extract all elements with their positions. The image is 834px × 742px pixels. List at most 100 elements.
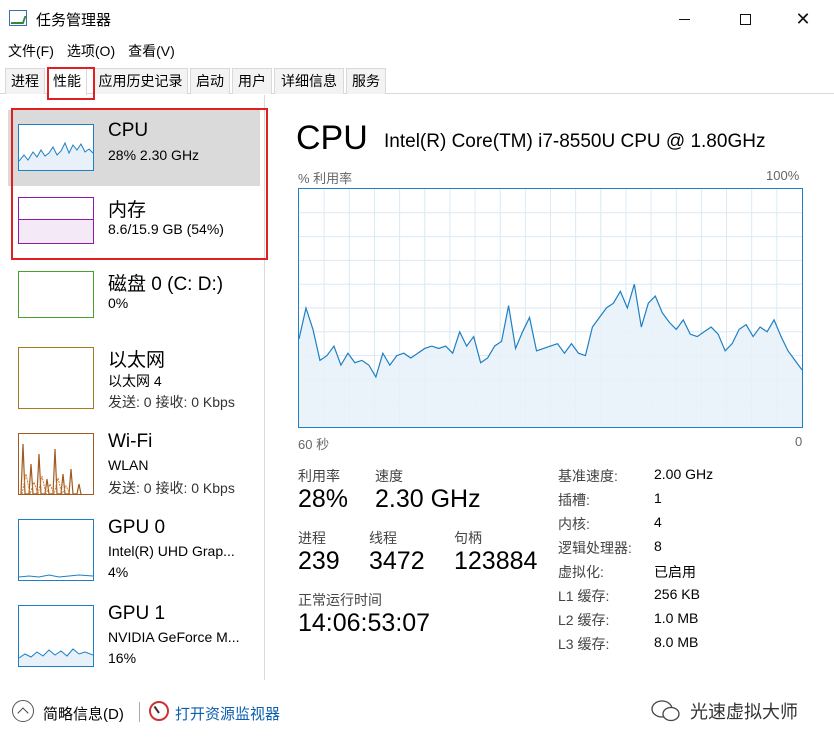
uptime-label: 正常运行时间 xyxy=(298,592,382,608)
performance-sidebar: CPU 28% 2.30 GHz 内存 8.6/15.9 GB (54%) 磁盘… xyxy=(0,95,265,680)
tab-details[interactable]: 详细信息 xyxy=(274,68,344,94)
spec-value-cores: 4 xyxy=(654,514,662,530)
processes-value: 239 xyxy=(298,547,340,575)
tab-performance[interactable]: 性能 xyxy=(47,68,87,95)
spec-value-base-speed: 2.00 GHz xyxy=(654,466,714,482)
sidebar-disk-sub: 0% xyxy=(108,295,129,311)
menu-view[interactable]: 查看(V) xyxy=(120,40,180,62)
graph-ylabel: % 利用率 xyxy=(298,171,353,186)
sidebar-cpu-title: CPU xyxy=(108,120,149,141)
graph-time-right: 0 xyxy=(795,434,803,449)
processes-label: 进程 xyxy=(298,530,326,546)
wifi-thumbnail-graph xyxy=(18,433,94,496)
sidebar-gpu1-name: NVIDIA GeForce M... xyxy=(108,629,240,645)
page-title: CPU xyxy=(296,119,368,157)
handles-value: 123884 xyxy=(454,547,538,575)
sidebar-item-gpu0[interactable]: GPU 0 Intel(R) UHD Grap... 4% xyxy=(8,513,260,595)
sidebar-gpu1-usage: 16% xyxy=(108,650,137,666)
threads-label: 线程 xyxy=(369,530,397,546)
graph-time-left: 60 秒 xyxy=(298,437,330,452)
wifi-thumbnail-svg xyxy=(20,443,82,496)
speed-value: 2.30 GHz xyxy=(375,485,481,513)
spec-value-sockets: 1 xyxy=(654,490,662,506)
utilization-value: 28% xyxy=(298,485,349,513)
sidebar-item-disk[interactable]: 磁盘 0 (C: D:) 0% xyxy=(8,265,260,341)
ethernet-thumbnail-graph xyxy=(18,347,94,409)
cpu-thumbnail-svg xyxy=(18,141,94,170)
open-resource-monitor-link[interactable]: 打开资源监视器 xyxy=(175,703,280,724)
sidebar-wifi-throughput: 发送: 0 接收: 0 Kbps xyxy=(108,480,235,496)
uptime-value: 14:06:53:07 xyxy=(298,609,431,637)
footer-divider xyxy=(139,702,140,722)
tab-app-history[interactable]: 应用历史记录 xyxy=(93,68,188,94)
disk-thumbnail-graph xyxy=(18,271,94,318)
spec-value-l3-cache: 8.0 MB xyxy=(654,634,699,650)
tab-processes[interactable]: 进程 xyxy=(5,68,45,94)
sidebar-cpu-sub: 28% 2.30 GHz xyxy=(108,147,200,163)
cpu-thumbnail-graph xyxy=(18,124,94,171)
spec-label-l3-cache: L3 缓存: xyxy=(558,636,610,652)
memory-fill xyxy=(19,219,93,243)
window-title: 任务管理器 xyxy=(36,12,112,29)
sidebar-ethernet-throughput: 发送: 0 接收: 0 Kbps xyxy=(108,394,235,410)
speed-label: 速度 xyxy=(375,468,403,484)
close-button[interactable]: ✕ xyxy=(780,0,826,38)
minimize-icon xyxy=(678,18,690,20)
minimize-button[interactable] xyxy=(661,0,707,38)
sidebar-disk-title: 磁盘 0 (C: D:) xyxy=(108,274,224,295)
maximize-icon xyxy=(739,13,751,25)
threads-value: 3472 xyxy=(369,547,425,575)
utilization-label: 利用率 xyxy=(298,468,340,484)
menu-file[interactable]: 文件(F) xyxy=(0,40,59,62)
gpu0-thumbnail-svg xyxy=(18,574,94,578)
memory-thumbnail-graph xyxy=(18,197,94,244)
spec-label-cores: 内核: xyxy=(558,516,590,532)
sidebar-item-gpu1[interactable]: GPU 1 NVIDIA GeForce M... 16% xyxy=(8,599,260,681)
sidebar-memory-sub: 8.6/15.9 GB (54%) xyxy=(108,221,224,237)
handles-label: 句柄 xyxy=(454,530,482,546)
footer-bar: 简略信息(D) 打开资源监视器 光速虚拟大师 xyxy=(0,690,834,734)
task-manager-app-icon xyxy=(9,10,27,26)
chevron-up-icon[interactable] xyxy=(12,700,34,722)
tab-services[interactable]: 服务 xyxy=(346,68,386,94)
wechat-icon xyxy=(651,700,680,722)
sidebar-gpu0-title: GPU 0 xyxy=(108,517,166,538)
title-bar: 任务管理器 ✕ xyxy=(0,0,834,38)
cpu-graph-svg xyxy=(298,189,803,427)
spec-label-logical-processors: 逻辑处理器: xyxy=(558,540,632,556)
sidebar-gpu0-usage: 4% xyxy=(108,564,129,580)
spec-label-base-speed: 基准速度: xyxy=(558,468,618,484)
spec-value-l1-cache: 256 KB xyxy=(654,586,700,602)
cpu-model-name: Intel(R) Core(TM) i7-8550U CPU @ 1.80GHz xyxy=(384,131,766,152)
menu-bar: 文件(F) 选项(O) 查看(V) xyxy=(0,40,180,62)
spec-value-l2-cache: 1.0 MB xyxy=(654,610,699,626)
gpu1-thumbnail-graph xyxy=(18,605,94,667)
sidebar-wifi-title: Wi-Fi xyxy=(108,431,153,452)
spec-label-l1-cache: L1 缓存: xyxy=(558,588,610,604)
spec-label-l2-cache: L2 缓存: xyxy=(558,612,610,628)
sidebar-gpu0-name: Intel(R) UHD Grap... xyxy=(108,543,235,559)
menu-options[interactable]: 选项(O) xyxy=(59,40,120,62)
gpu1-thumbnail-svg xyxy=(18,648,94,666)
sidebar-item-memory[interactable]: 内存 8.6/15.9 GB (54%) xyxy=(8,187,260,263)
graph-ymax-label: 100% xyxy=(766,168,800,183)
sidebar-gpu1-title: GPU 1 xyxy=(108,603,166,624)
spec-value-virtualization: 已启用 xyxy=(654,564,696,580)
tab-startup[interactable]: 启动 xyxy=(190,68,230,94)
close-icon: ✕ xyxy=(795,8,811,29)
spec-label-virtualization: 虚拟化: xyxy=(558,564,604,580)
watermark-text: 光速虚拟大师 xyxy=(690,702,798,722)
spec-label-sockets: 插槽: xyxy=(558,492,590,508)
cpu-utilization-graph xyxy=(298,188,803,428)
fewer-details-button[interactable]: 简略信息(D) xyxy=(43,703,124,724)
tab-users[interactable]: 用户 xyxy=(232,68,272,94)
sidebar-wifi-adapter: WLAN xyxy=(108,457,149,473)
sidebar-item-ethernet[interactable]: 以太网 以太网 4 发送: 0 接收: 0 Kbps xyxy=(8,341,260,423)
spec-value-logical-processors: 8 xyxy=(654,538,662,554)
sidebar-item-cpu[interactable]: CPU 28% 2.30 GHz xyxy=(8,110,260,186)
sidebar-ethernet-adapter: 以太网 4 xyxy=(108,373,162,389)
maximize-button[interactable] xyxy=(722,0,768,38)
resource-monitor-icon[interactable] xyxy=(149,701,169,721)
sidebar-item-wifi[interactable]: Wi-Fi WLAN 发送: 0 接收: 0 Kbps xyxy=(8,427,260,509)
sidebar-memory-title: 内存 xyxy=(108,200,147,221)
